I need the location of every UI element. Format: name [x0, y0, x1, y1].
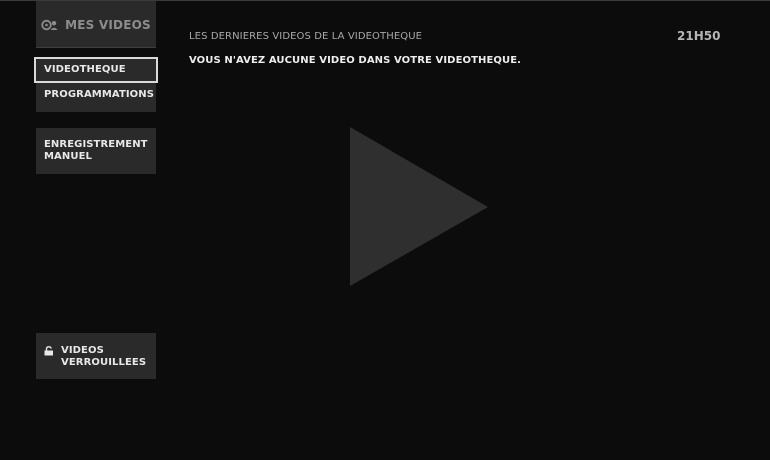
sidebar-menu: VIDEOTHEQUE PROGRAMMATIONS — [34, 57, 158, 112]
locked-videos-line1: VIDEOS — [61, 345, 104, 356]
empty-library-message: VOUS N'AVEZ AUCUNE VIDEO DANS VOTRE VIDE… — [189, 55, 522, 66]
locked-videos-line2: VERROUILLEES — [61, 357, 147, 368]
padlock-icon — [44, 346, 55, 356]
sidebar-title: MES VIDEOS — [65, 17, 151, 32]
manual-recording-button[interactable]: ENREGISTREMENT MANUEL — [36, 128, 156, 174]
header-divider — [36, 47, 156, 48]
play-icon — [350, 127, 490, 291]
manual-recording-line2: MANUEL — [44, 151, 92, 162]
manual-recording-line1: ENREGISTREMENT — [44, 139, 148, 150]
sidebar-item-programmations[interactable]: PROGRAMMATIONS — [36, 83, 156, 107]
videos-library-icon — [41, 19, 59, 31]
sidebar-header: MES VIDEOS — [36, 1, 156, 48]
locked-videos-label: VIDEOS VERROUILLEES — [36, 333, 156, 369]
manual-recording-label: ENREGISTREMENT MANUEL — [36, 128, 156, 163]
locked-videos-button[interactable]: VIDEOS VERROUILLEES — [36, 333, 156, 379]
section-heading: LES DERNIERES VIDEOS DE LA VIDEOTHEQUE — [189, 31, 423, 42]
sidebar-item-videotheque[interactable]: VIDEOTHEQUE — [34, 57, 158, 83]
clock: 21H50 — [677, 29, 721, 43]
